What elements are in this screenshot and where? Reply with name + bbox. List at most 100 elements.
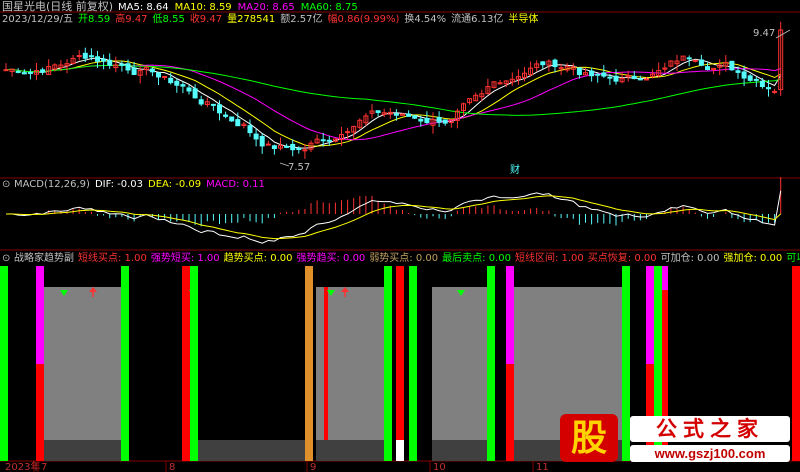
candle-body: [540, 61, 546, 66]
signal-bar: [396, 266, 404, 440]
signal-bar: [396, 440, 404, 461]
indicator-legend-item-8: 可加仓: 0.00: [661, 251, 720, 264]
candle-body: [290, 143, 296, 151]
candle-body: [759, 80, 765, 88]
indicator-title: 战略家趋势副: [14, 251, 74, 264]
indicator-legend-item-3: 强势趋买: 0.00: [296, 251, 365, 264]
range-base: [316, 440, 390, 461]
watermark-title: 公式之家: [630, 416, 790, 442]
candle-body: [747, 75, 753, 81]
candle-body: [729, 60, 735, 71]
signal-bar: [506, 364, 514, 461]
indicator-legend-item-5: 最后卖点: 0.00: [442, 252, 511, 264]
candle-body: [766, 87, 771, 90]
indicator-legend-item-1: 强势短买: 1.00: [151, 251, 220, 264]
candle-body: [644, 78, 649, 81]
signal-bar: [36, 266, 44, 364]
quote-item-6: 额2.57亿: [280, 12, 322, 25]
candle-body: [229, 116, 235, 122]
candle-body: [613, 75, 619, 82]
candle-body: [412, 115, 418, 119]
ma-legend-item-1: MA10: 8.59: [175, 2, 232, 13]
high-label: 9.47: [753, 28, 775, 39]
signal-bar: [36, 364, 44, 461]
candle-body: [198, 99, 204, 105]
macd-legend-item-3: MACD: 0.11: [206, 179, 265, 190]
range-base: [432, 440, 487, 461]
candle-body: [82, 52, 88, 59]
signal-bar: [646, 266, 654, 364]
candle-body: [125, 63, 131, 71]
candle-body: [156, 72, 161, 78]
candle-body: [442, 119, 448, 124]
candle-body: [168, 77, 174, 84]
candle-body: [101, 58, 107, 62]
candle-body: [119, 63, 125, 66]
candle-body: [210, 103, 216, 106]
candle-body: [235, 119, 241, 127]
candle-body: [692, 59, 698, 62]
quote-item-7: 幅0.86(9.99%): [328, 12, 400, 25]
range-base: [44, 440, 121, 461]
candlesticks: [3, 21, 784, 159]
macd-legend-item-1: DIF: -0.03: [95, 179, 143, 190]
candle-body: [174, 80, 180, 86]
x-tick-label: 7: [41, 462, 47, 472]
indicator-collapse-icon[interactable]: ⊙: [2, 253, 10, 264]
stock-title: 国星光电(日线 前复权): [2, 0, 113, 13]
candle-body: [589, 70, 595, 77]
candle-body: [552, 59, 558, 68]
range-block: [432, 287, 487, 440]
indicator-legend-item-2: 趋势买点: 0.00: [224, 251, 293, 264]
candle-body: [149, 68, 155, 73]
signal-bar: [324, 287, 328, 440]
x-tick-label: 10: [433, 462, 446, 472]
candle-body: [698, 59, 704, 66]
candle-body: [192, 88, 198, 99]
x-tick-label: 9: [310, 462, 316, 472]
stock-chart[interactable]: 国星光电(日线 前复权) MA5: 8.64 MA10: 8.59 MA20: 8.…: [0, 0, 800, 472]
candle-body: [21, 72, 27, 75]
candle-body: [326, 139, 332, 142]
quote-item-1: 开8.59: [78, 14, 110, 25]
signal-bar: [190, 266, 198, 461]
candle-body: [296, 148, 302, 151]
ma-legend-item-0: MA5: 8.64: [118, 2, 169, 13]
quote-item-3: 低8.55: [153, 12, 185, 25]
quote-item-2: 高9.47: [115, 12, 147, 25]
candle-body: [418, 118, 424, 122]
candle-body: [259, 135, 265, 147]
candle-body: [345, 131, 351, 134]
candle-body: [247, 125, 253, 134]
candle-body: [180, 84, 186, 87]
dif-line: [5, 190, 782, 244]
ma-legend: MA5: 8.64 MA10: 8.59 MA20: 8.65 MA60: 8.75: [118, 2, 358, 13]
signal-bar: [0, 266, 8, 461]
ma-legend-item-3: MA60: 8.75: [301, 2, 358, 13]
candle-body: [637, 78, 643, 81]
finance-marker: 财: [510, 163, 520, 176]
signal-bar: [182, 266, 190, 461]
candle-body: [217, 104, 222, 114]
quote-item-8: 换4.54%: [404, 12, 446, 25]
candle-body: [607, 76, 613, 79]
quote-item-9: 流通6.13亿: [451, 12, 503, 25]
candle-body: [375, 110, 381, 114]
candle-body: [741, 71, 747, 79]
candle-body: [320, 139, 326, 142]
candle-body: [424, 117, 430, 124]
x-axis: 2023年 7 8 9 10 11: [5, 460, 549, 472]
macd-legend-item-2: DEA: -0.09: [148, 179, 201, 190]
macd-collapse-icon[interactable]: ⊙: [2, 179, 10, 190]
candle-body: [753, 78, 759, 81]
candle-body: [265, 143, 271, 146]
signal-bar: [409, 266, 417, 461]
candle-body: [686, 57, 692, 60]
watermark-logo: 股: [560, 414, 618, 462]
macd-legend-item-0: MACD(12,26,9): [14, 179, 90, 190]
range-block: [44, 287, 121, 440]
watermark: 股 公式之家 www.gszj100.com: [556, 410, 794, 466]
quote-item-0: 2023/12/29/五: [2, 14, 73, 25]
x-tick-label: 2023年: [5, 460, 40, 472]
candle-body: [76, 55, 82, 58]
